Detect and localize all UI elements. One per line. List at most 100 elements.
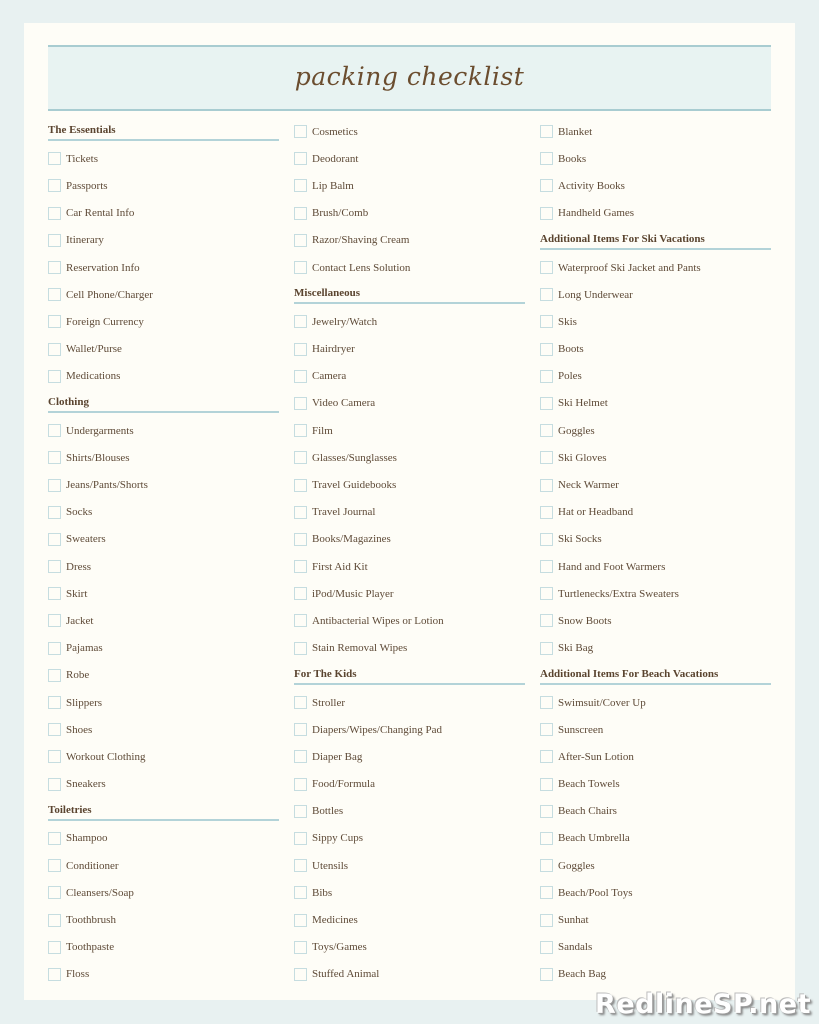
- checklist-item-snow-boots[interactable]: Snow Boots: [540, 607, 771, 634]
- checkbox[interactable]: [48, 505, 61, 519]
- checkbox[interactable]: [294, 315, 307, 329]
- checkbox[interactable]: [294, 940, 307, 954]
- checkbox[interactable]: [48, 641, 61, 655]
- checklist-item-razor-shaving-cream[interactable]: Razor/Shaving Cream: [294, 227, 525, 254]
- checkbox[interactable]: [540, 396, 553, 410]
- checklist-item-stain-removal-wipes[interactable]: Stain Removal Wipes: [294, 635, 525, 662]
- checklist-item-waterproof-ski-jacket-and-pants[interactable]: Waterproof Ski Jacket and Pants: [540, 254, 771, 281]
- checklist-item-video-camera[interactable]: Video Camera: [294, 390, 525, 417]
- checkbox[interactable]: [48, 859, 61, 873]
- checklist-item-robe[interactable]: Robe: [48, 662, 279, 689]
- checklist-item-shirts-blouses[interactable]: Shirts/Blouses: [48, 444, 279, 471]
- checklist-item-first-aid-kit[interactable]: First Aid Kit: [294, 553, 525, 580]
- checklist-item-diaper-bag[interactable]: Diaper Bag: [294, 743, 525, 770]
- checkbox[interactable]: [48, 560, 61, 574]
- checkbox[interactable]: [48, 451, 61, 465]
- checklist-item-pajamas[interactable]: Pajamas: [48, 635, 279, 662]
- checkbox[interactable]: [294, 777, 307, 791]
- checkbox[interactable]: [540, 206, 553, 220]
- checkbox[interactable]: [48, 233, 61, 247]
- checklist-item-beach-chairs[interactable]: Beach Chairs: [540, 798, 771, 825]
- checklist-item-medications[interactable]: Medications: [48, 363, 279, 390]
- checklist-item-foreign-currency[interactable]: Foreign Currency: [48, 308, 279, 335]
- checklist-item-toothbrush[interactable]: Toothbrush: [48, 906, 279, 933]
- checkbox[interactable]: [540, 967, 553, 981]
- checklist-item-goggles[interactable]: Goggles: [540, 417, 771, 444]
- checkbox[interactable]: [48, 342, 61, 356]
- checklist-item-passports[interactable]: Passports: [48, 172, 279, 199]
- checklist-item-sunscreen[interactable]: Sunscreen: [540, 716, 771, 743]
- checklist-item-conditioner[interactable]: Conditioner: [48, 852, 279, 879]
- checklist-item-cosmetics[interactable]: Cosmetics: [294, 118, 525, 145]
- checklist-item-bibs[interactable]: Bibs: [294, 879, 525, 906]
- checklist-item-sweaters[interactable]: Sweaters: [48, 526, 279, 553]
- checkbox[interactable]: [540, 179, 553, 193]
- checklist-item-ski-helmet[interactable]: Ski Helmet: [540, 390, 771, 417]
- checkbox[interactable]: [48, 750, 61, 764]
- checkbox[interactable]: [540, 886, 553, 900]
- checkbox[interactable]: [540, 859, 553, 873]
- checkbox[interactable]: [294, 859, 307, 873]
- checklist-item-cleansers-soap[interactable]: Cleansers/Soap: [48, 879, 279, 906]
- checkbox[interactable]: [540, 913, 553, 927]
- checkbox[interactable]: [540, 288, 553, 302]
- checkbox[interactable]: [540, 696, 553, 710]
- checklist-item-neck-warmer[interactable]: Neck Warmer: [540, 471, 771, 498]
- checkbox[interactable]: [294, 750, 307, 764]
- checkbox[interactable]: [48, 696, 61, 710]
- checklist-item-itinerary[interactable]: Itinerary: [48, 227, 279, 254]
- checkbox[interactable]: [540, 342, 553, 356]
- checklist-item-wallet-purse[interactable]: Wallet/Purse: [48, 336, 279, 363]
- checkbox[interactable]: [294, 587, 307, 601]
- checklist-item-sippy-cups[interactable]: Sippy Cups: [294, 825, 525, 852]
- checkbox[interactable]: [540, 777, 553, 791]
- checkbox[interactable]: [294, 967, 307, 981]
- checkbox[interactable]: [294, 342, 307, 356]
- checklist-item-poles[interactable]: Poles: [540, 363, 771, 390]
- checkbox[interactable]: [48, 886, 61, 900]
- checklist-item-beach-umbrella[interactable]: Beach Umbrella: [540, 825, 771, 852]
- checkbox[interactable]: [294, 206, 307, 220]
- checklist-item-handheld-games[interactable]: Handheld Games: [540, 200, 771, 227]
- checkbox[interactable]: [294, 614, 307, 628]
- checkbox[interactable]: [48, 288, 61, 302]
- checkbox[interactable]: [540, 478, 553, 492]
- checklist-item-sunhat[interactable]: Sunhat: [540, 906, 771, 933]
- checkbox[interactable]: [48, 315, 61, 329]
- checklist-item-bottles[interactable]: Bottles: [294, 798, 525, 825]
- checklist-item-hairdryer[interactable]: Hairdryer: [294, 336, 525, 363]
- checklist-item-food-formula[interactable]: Food/Formula: [294, 771, 525, 798]
- checklist-item-long-underwear[interactable]: Long Underwear: [540, 281, 771, 308]
- checklist-item-toothpaste[interactable]: Toothpaste: [48, 934, 279, 961]
- checkbox[interactable]: [540, 641, 553, 655]
- checklist-item-sandals[interactable]: Sandals: [540, 934, 771, 961]
- checklist-item-blanket[interactable]: Blanket: [540, 118, 771, 145]
- checklist-item-slippers[interactable]: Slippers: [48, 689, 279, 716]
- checkbox[interactable]: [294, 532, 307, 546]
- checklist-item-floss[interactable]: Floss: [48, 961, 279, 988]
- checklist-item-shoes[interactable]: Shoes: [48, 716, 279, 743]
- checkbox[interactable]: [48, 777, 61, 791]
- checkbox[interactable]: [294, 696, 307, 710]
- checkbox[interactable]: [48, 369, 61, 383]
- checklist-item-hand-and-foot-warmers[interactable]: Hand and Foot Warmers: [540, 553, 771, 580]
- checkbox[interactable]: [540, 560, 553, 574]
- checkbox[interactable]: [48, 261, 61, 275]
- checklist-item-beach-bag[interactable]: Beach Bag: [540, 961, 771, 988]
- checkbox[interactable]: [48, 831, 61, 845]
- checklist-item-lip-balm[interactable]: Lip Balm: [294, 172, 525, 199]
- checklist-item-dress[interactable]: Dress: [48, 553, 279, 580]
- checkbox[interactable]: [294, 560, 307, 574]
- checklist-item-car-rental-info[interactable]: Car Rental Info: [48, 200, 279, 227]
- checkbox[interactable]: [294, 424, 307, 438]
- checkbox[interactable]: [48, 532, 61, 546]
- checklist-item-activity-books[interactable]: Activity Books: [540, 172, 771, 199]
- checkbox[interactable]: [294, 831, 307, 845]
- checkbox[interactable]: [294, 886, 307, 900]
- checklist-item-undergarments[interactable]: Undergarments: [48, 417, 279, 444]
- checklist-item-glasses-sunglasses[interactable]: Glasses/Sunglasses: [294, 444, 525, 471]
- checklist-item-toys-games[interactable]: Toys/Games: [294, 934, 525, 961]
- checkbox[interactable]: [48, 723, 61, 737]
- checklist-item-boots[interactable]: Boots: [540, 336, 771, 363]
- checklist-item-travel-journal[interactable]: Travel Journal: [294, 499, 525, 526]
